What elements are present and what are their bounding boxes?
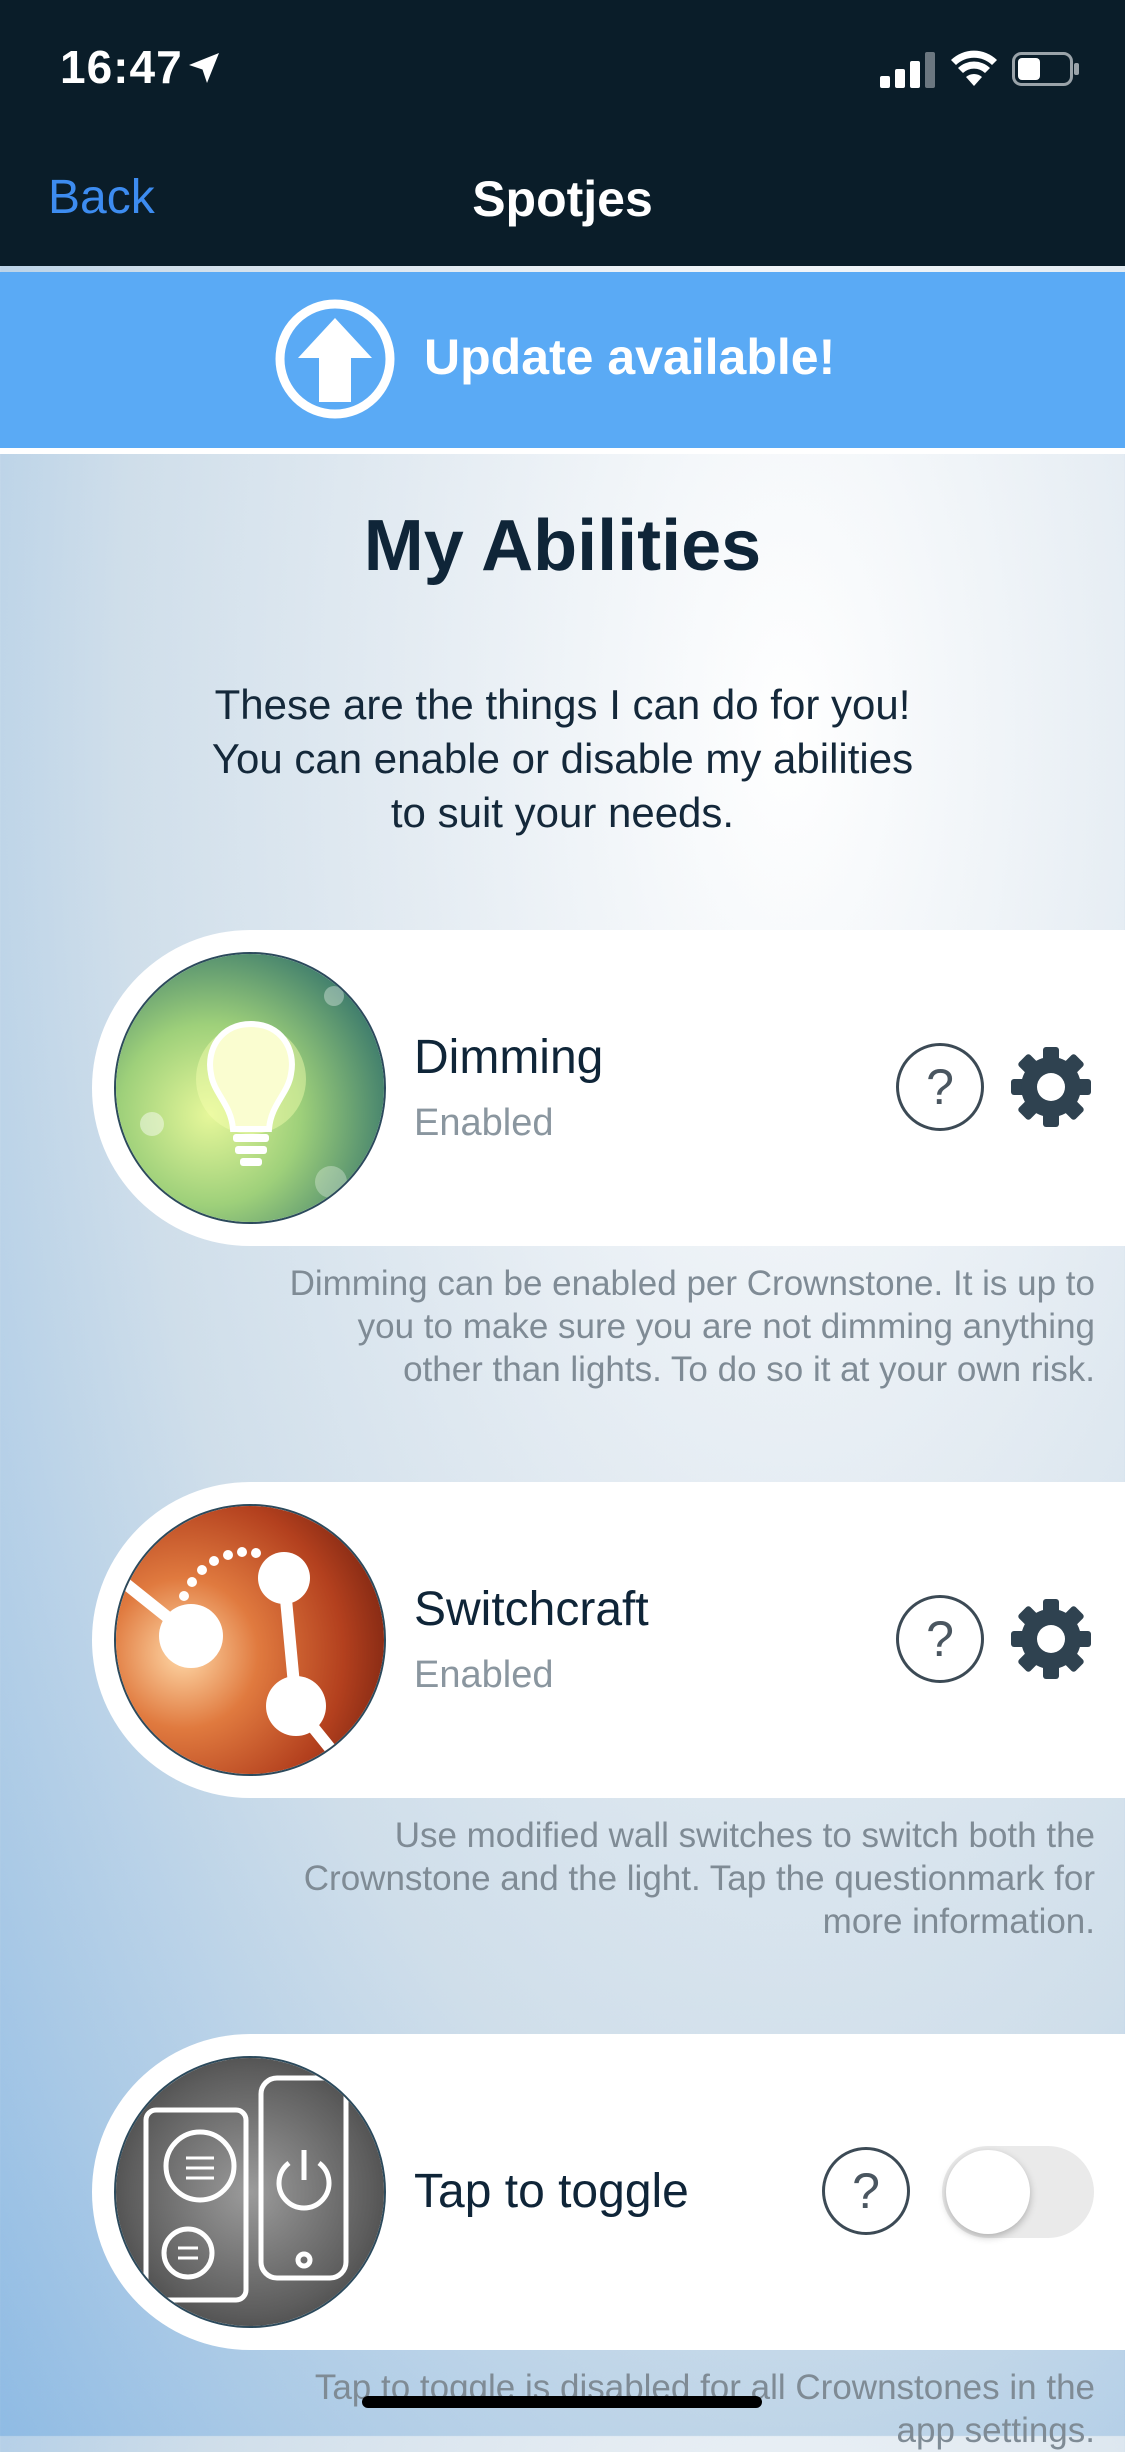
dimming-settings-gear-icon[interactable] [1010,1046,1092,1128]
tap-to-toggle-switch[interactable] [942,2146,1094,2238]
ability-status: Enabled [414,1654,554,1696]
switchcraft-image [114,1504,386,1776]
ability-card-tap-to-toggle: Tap to toggle ? [92,2034,1125,2350]
description-line: Crownstone and the light. Tap the questi… [303,1859,1095,1898]
intro-line: to suit your needs. [390,789,735,836]
navigation-bar: Spotjes Back [0,132,1125,266]
upload-arrow-icon [275,299,395,419]
ability-card-switchcraft: Switchcraft Enabled ? [92,1482,1125,1798]
description-line: you to make sure you are not dimming any… [357,1307,1095,1346]
status-bar: 16:47 [0,0,1125,132]
dimming-help-button[interactable]: ? [896,1043,984,1131]
description-line: app settings. [896,2411,1095,2450]
intro-text: These are the things I can do for you! Y… [0,678,1125,840]
description-line: Use modified wall switches to switch bot… [394,1816,1095,1855]
switchcraft-help-button[interactable]: ? [896,1595,984,1683]
dimming-description: Dimming can be enabled per Crownstone. I… [155,1262,1095,1391]
status-time: 16:47 [60,41,183,93]
switchcraft-description: Use modified wall switches to switch bot… [155,1814,1095,1943]
switchcraft-settings-gear-icon[interactable] [1010,1598,1092,1680]
intro-line: These are the things I can do for you! [214,681,911,728]
ability-status: Enabled [414,1102,554,1144]
wifi-icon [951,50,997,86]
dimming-bulb-image [114,952,386,1224]
description-line: Dimming can be enabled per Crownstone. I… [289,1264,1095,1303]
tap-to-toggle-description: Tap to toggle is disabled for all Crowns… [155,2366,1095,2452]
intro-line: You can enable or disable my abilities [211,735,914,782]
toggle-knob [946,2150,1030,2234]
tap-to-toggle-help-button[interactable]: ? [822,2147,910,2235]
battery-icon [1012,52,1079,86]
description-line: other than lights. To do so it at your o… [403,1350,1095,1389]
update-banner-label: Update available! [424,329,836,385]
home-indicator[interactable] [362,2396,762,2408]
ability-card-dimming: Dimming Enabled ? [92,930,1125,1246]
update-available-banner[interactable]: Update available! [0,272,1125,454]
back-button[interactable]: Back [48,170,155,225]
ability-name: Switchcraft [414,1583,649,1636]
page-title: Spotjes [472,171,653,227]
ability-name: Tap to toggle [414,2165,689,2218]
ability-name: Dimming [414,1031,604,1084]
cellular-signal-icon [880,52,935,88]
section-title: My Abilities [363,506,762,586]
description-line: more information. [822,1902,1095,1941]
tap-to-toggle-image [114,2056,386,2328]
location-arrow-icon [189,53,219,83]
